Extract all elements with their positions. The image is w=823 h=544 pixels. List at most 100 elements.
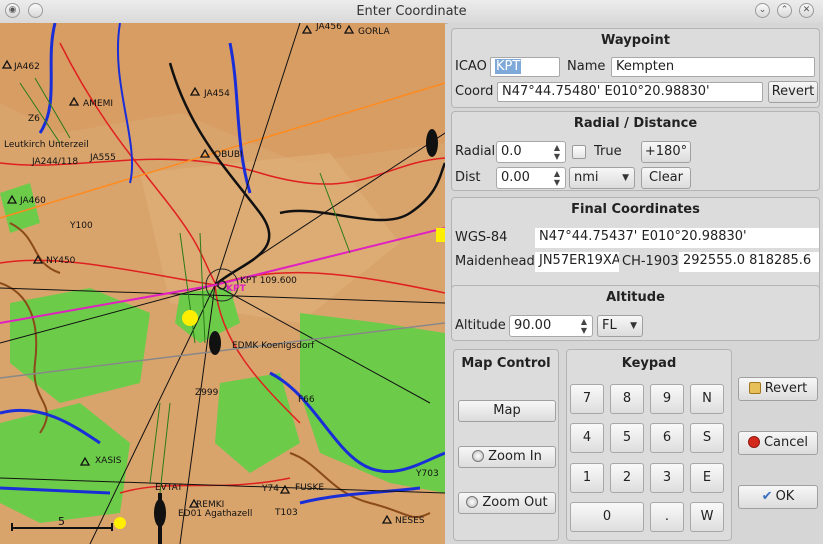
key-w[interactable]: W <box>690 502 724 532</box>
dist-unit-value: nmi <box>574 170 599 185</box>
map-label: NESES <box>395 516 425 526</box>
altitude-label: Altitude <box>455 318 506 333</box>
scale-label: 5 <box>58 515 65 528</box>
revert-label: Revert <box>764 381 808 396</box>
key-3[interactable]: 3 <box>650 463 684 493</box>
map-label: F66 <box>298 395 315 405</box>
map-label: JA462 <box>13 62 40 72</box>
spin-arrows-icon[interactable]: ▲ ▼ <box>551 169 563 187</box>
zoom-in-label: Zoom In <box>488 449 542 464</box>
cancel-icon <box>747 436 760 448</box>
icao-value: KPT <box>495 59 522 74</box>
coord-input[interactable]: N47°44.75480' E010°20.98830' <box>497 82 763 102</box>
map-label: KPT <box>226 284 247 294</box>
map-label: NY450 <box>46 256 76 266</box>
chevron-down-icon: ▼ <box>622 173 629 183</box>
clear-button[interactable]: Clear <box>641 167 691 189</box>
map-label: Y74 <box>261 484 279 494</box>
map-button[interactable]: Map <box>458 400 556 422</box>
final-coordinates-group: Final Coordinates WGS-84 N47°44.75437' E… <box>451 197 820 299</box>
key-0[interactable]: 0 <box>570 502 644 532</box>
altitude-unit-value: FL <box>602 318 617 333</box>
title-bar: ◉ Enter Coordinate ⌄ ⌃ ✕ <box>0 0 823 24</box>
maximize-icon[interactable]: ⌃ <box>777 3 792 18</box>
cancel-label: Cancel <box>763 435 809 450</box>
coord-label: Coord <box>455 84 494 99</box>
map-label: JA456 <box>315 23 342 32</box>
map-control-title: Map Control <box>461 356 551 371</box>
keypad-title: Keypad <box>621 356 677 371</box>
map-label: XASIS <box>95 456 122 466</box>
chevron-down-icon: ▼ <box>630 321 637 331</box>
map-label: Z999 <box>195 388 219 398</box>
revert-button[interactable]: Revert <box>738 377 818 401</box>
key-e[interactable]: E <box>690 463 724 493</box>
dist-label: Dist <box>455 170 481 185</box>
dist-unit-select[interactable]: nmi ▼ <box>569 167 635 189</box>
cancel-button[interactable]: Cancel <box>738 431 818 455</box>
map-label: GORLA <box>358 27 391 37</box>
map-label: Y100 <box>69 221 93 231</box>
ok-label: OK <box>775 489 795 504</box>
key-dot[interactable]: . <box>650 502 684 532</box>
radial-label: Radial <box>455 144 496 159</box>
keypad-group: Keypad 7 8 9 N 4 5 6 S 1 2 3 E 0 . W <box>566 349 732 541</box>
name-input[interactable]: Kempten <box>611 57 815 77</box>
map-view[interactable]: JA456 GORLA JA462 AMEMI JA454 Z6 Leutkir… <box>0 23 445 544</box>
waypoint-revert-button[interactable]: Revert <box>768 81 818 103</box>
spin-arrows-icon[interactable]: ▲ ▼ <box>551 143 563 161</box>
map-label: JA460 <box>19 196 46 206</box>
key-4[interactable]: 4 <box>570 423 604 453</box>
window-title: Enter Coordinate <box>356 4 467 19</box>
key-9[interactable]: 9 <box>650 384 684 414</box>
map-canvas[interactable]: JA456 GORLA JA462 AMEMI JA454 Z6 Leutkir… <box>0 23 445 544</box>
checkmark-icon: ✔ <box>761 489 773 504</box>
key-s[interactable]: S <box>690 423 724 453</box>
key-6[interactable]: 6 <box>650 423 684 453</box>
altitude-spinbox[interactable]: 90.00 ▲ ▼ <box>509 315 593 337</box>
wgs84-label: WGS-84 <box>455 230 508 245</box>
coordinate-panel: Waypoint ICAO KPT Name Kempten Coord N47… <box>448 23 823 544</box>
revert-icon <box>748 382 761 394</box>
key-2[interactable]: 2 <box>610 463 644 493</box>
radial-value: 0.0 <box>501 144 522 159</box>
dist-spinbox[interactable]: 0.00 ▲ ▼ <box>496 167 566 189</box>
map-label: Leutkirch Unterzeil <box>4 140 89 150</box>
minimize-icon[interactable]: ⌄ <box>755 3 770 18</box>
ch1903-value[interactable]: 292555.0 818285.6 <box>679 252 819 272</box>
key-n[interactable]: N <box>690 384 724 414</box>
zoom-out-button[interactable]: Zoom Out <box>458 492 556 514</box>
map-label: KPT 109.600 <box>240 276 297 286</box>
map-label: AMEMI <box>83 99 113 109</box>
map-label: OBUBI <box>214 150 243 160</box>
maidenhead-value[interactable]: JN57ER19XA <box>535 252 619 272</box>
wgs84-value[interactable]: N47°44.75437' E010°20.98830' <box>535 228 819 248</box>
zoom-in-icon <box>472 450 485 462</box>
close-icon[interactable]: ✕ <box>799 3 814 18</box>
key-1[interactable]: 1 <box>570 463 604 493</box>
spin-arrows-icon[interactable]: ▲ ▼ <box>578 317 590 335</box>
map-label: Z6 <box>28 114 40 124</box>
radial-spinbox[interactable]: 0.0 ▲ ▼ <box>496 141 566 163</box>
dist-value: 0.00 <box>501 170 530 185</box>
altitude-unit-select[interactable]: FL ▼ <box>597 315 643 337</box>
map-label: EVTAT <box>155 483 183 493</box>
key-8[interactable]: 8 <box>610 384 644 414</box>
key-5[interactable]: 5 <box>610 423 644 453</box>
icao-input[interactable]: KPT <box>490 57 560 77</box>
final-coordinates-title: Final Coordinates <box>571 202 700 217</box>
waypoint-group: Waypoint ICAO KPT Name Kempten Coord N47… <box>451 28 820 108</box>
true-checkbox[interactable] <box>572 145 586 159</box>
waypoint-title: Waypoint <box>601 33 670 48</box>
map-label: JA244/118 <box>31 157 78 167</box>
altitude-value: 90.00 <box>514 318 552 333</box>
radial-distance-group: Radial / Distance Radial 0.0 ▲ ▼ True +180… <box>451 111 820 191</box>
plus180-button[interactable]: +180° <box>641 141 691 163</box>
map-label: T103 <box>274 508 298 518</box>
ch1903-label: CH-1903 <box>622 254 679 269</box>
maidenhead-label: Maidenhead <box>455 254 535 269</box>
ok-button[interactable]: ✔ OK <box>738 485 818 509</box>
map-label: ED01 Agathazell <box>178 509 252 519</box>
key-7[interactable]: 7 <box>570 384 604 414</box>
zoom-in-button[interactable]: Zoom In <box>458 446 556 468</box>
